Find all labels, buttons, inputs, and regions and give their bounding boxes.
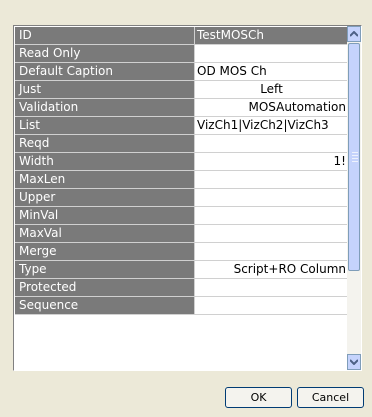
property-grid-rows: ID TestMOSCh Read Only Default Caption OD … [15,27,348,315]
property-row[interactable]: MinVal [15,207,348,225]
property-value[interactable]: VizCh1|VizCh2|VizCh3 [195,117,348,135]
property-row[interactable]: Validation MOSAutomation [15,99,348,117]
thumb-grip [352,161,358,162]
property-row[interactable]: MaxLen [15,171,348,189]
property-value[interactable]: Script+RO Column [195,261,348,279]
property-row[interactable]: Merge [15,243,348,261]
property-row[interactable]: Sequence [15,297,348,315]
property-value[interactable]: Left [195,81,348,99]
property-row[interactable]: List VizCh1|VizCh2|VizCh3 [15,117,348,135]
property-label: Merge [15,243,195,261]
property-value[interactable] [195,45,348,63]
chevron-down-icon [350,359,358,365]
property-row[interactable]: Read Only [15,45,348,63]
property-label: Read Only [15,45,195,63]
property-row[interactable]: MaxVal [15,225,348,243]
property-label: Just [15,81,195,99]
grid-header-row[interactable]: ID TestMOSCh [15,27,348,45]
property-label: Protected [15,279,195,297]
chevron-up-icon [350,31,358,37]
property-grid: ID TestMOSCh Read Only Default Caption OD … [13,25,362,371]
header-value: TestMOSCh [195,27,348,45]
property-label: MaxLen [15,171,195,189]
property-row[interactable]: Default Caption OD MOS Ch [15,63,348,81]
property-label: Default Caption [15,63,195,81]
property-label: List [15,117,195,135]
property-label: Width [15,153,195,171]
thumb-grip [352,152,358,153]
property-value[interactable] [195,243,348,261]
property-label: Reqd [15,135,195,153]
property-value[interactable]: 1! [195,153,348,171]
property-value[interactable] [195,279,348,297]
property-label: Validation [15,99,195,117]
property-label: Upper [15,189,195,207]
property-row[interactable]: Upper [15,189,348,207]
scroll-thumb[interactable] [348,43,360,271]
thumb-grip [352,158,358,159]
ok-button[interactable]: OK [225,387,292,408]
thumb-grip [352,155,358,156]
property-dialog: ID TestMOSCh Read Only Default Caption OD … [0,0,372,417]
property-label: Sequence [15,297,195,315]
property-value[interactable] [195,171,348,189]
header-label: ID [15,27,195,45]
property-value[interactable]: MOSAutomation [195,99,348,117]
property-label: MinVal [15,207,195,225]
property-value[interactable]: OD MOS Ch [195,63,348,81]
property-row[interactable]: Protected [15,279,348,297]
property-value[interactable] [195,135,348,153]
property-label: MaxVal [15,225,195,243]
property-label: Type [15,261,195,279]
property-row[interactable]: Just Left [15,81,348,99]
cancel-button[interactable]: Cancel [297,387,364,408]
property-row[interactable]: Type Script+RO Column [15,261,348,279]
property-value[interactable] [195,207,348,225]
scroll-up-button[interactable] [347,26,361,42]
vertical-scrollbar[interactable] [347,26,361,370]
property-value[interactable] [195,297,348,315]
property-row[interactable]: Reqd [15,135,348,153]
scroll-down-button[interactable] [347,354,361,370]
property-value[interactable] [195,189,348,207]
property-value[interactable] [195,225,348,243]
property-row[interactable]: Width 1! [15,153,348,171]
